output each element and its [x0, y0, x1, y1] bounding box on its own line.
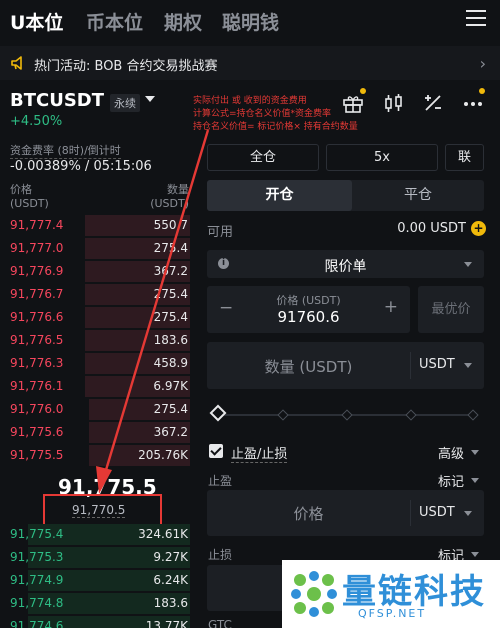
- time-in-force-select[interactable]: GTC: [208, 618, 232, 628]
- tab-close-position[interactable]: 平仓: [352, 180, 484, 211]
- take-profit-price-input[interactable]: 价格 USDT: [207, 490, 484, 536]
- chevron-down-icon: [464, 511, 472, 516]
- available-label: 可用: [207, 225, 234, 240]
- increase-price-button[interactable]: +: [384, 297, 398, 317]
- tpsl-checkbox[interactable]: [209, 444, 223, 458]
- divider: [410, 352, 411, 379]
- tab-open-position[interactable]: 开仓: [207, 180, 352, 211]
- price-input[interactable]: − 价格 (USDT) 91760.6 +: [207, 286, 410, 333]
- margin-mode-button[interactable]: 全仓: [207, 144, 319, 171]
- link-button[interactable]: 联: [445, 144, 484, 171]
- best-price-button[interactable]: 最优价: [418, 286, 484, 333]
- tp-trigger-type-select[interactable]: 标记: [438, 471, 464, 490]
- advanced-select[interactable]: 高级: [438, 443, 464, 462]
- open-close-tabs: 开仓 平仓: [207, 180, 484, 211]
- order-type-label: 限价单: [324, 259, 367, 275]
- watermark-url: QFSP.NET: [358, 607, 427, 620]
- leverage-button[interactable]: 5x: [326, 144, 438, 171]
- tpsl-label[interactable]: 止盈/止损: [231, 443, 288, 463]
- watermark-title: 量链科技: [342, 572, 486, 612]
- quantity-placeholder[interactable]: 数量 (USDT): [207, 356, 410, 377]
- chevron-down-icon: [471, 552, 479, 557]
- quantity-unit-select[interactable]: USDT: [419, 357, 455, 372]
- order-type-select[interactable]: i 限价单: [207, 250, 484, 278]
- watermark-logo-icon: [291, 571, 337, 617]
- price-caption: 价格 (USDT): [276, 294, 341, 307]
- available-balance: 0.00 USDT: [397, 221, 466, 236]
- chevron-down-icon: [471, 450, 479, 455]
- tp-price-placeholder[interactable]: 价格: [207, 503, 410, 524]
- quantity-input[interactable]: 数量 (USDT) USDT: [207, 342, 484, 389]
- take-profit-label: 止盈: [208, 474, 233, 488]
- divider: [410, 500, 411, 526]
- watermark: 量链科技 QFSP.NET: [282, 560, 500, 628]
- chevron-down-icon: [464, 363, 472, 368]
- stop-loss-label: 止损: [208, 548, 233, 562]
- add-funds-icon[interactable]: +: [471, 221, 486, 236]
- price-value[interactable]: 91760.6: [207, 308, 410, 326]
- chevron-down-icon: [471, 478, 479, 483]
- chevron-down-icon: [464, 262, 472, 267]
- tp-unit-select[interactable]: USDT: [419, 505, 455, 520]
